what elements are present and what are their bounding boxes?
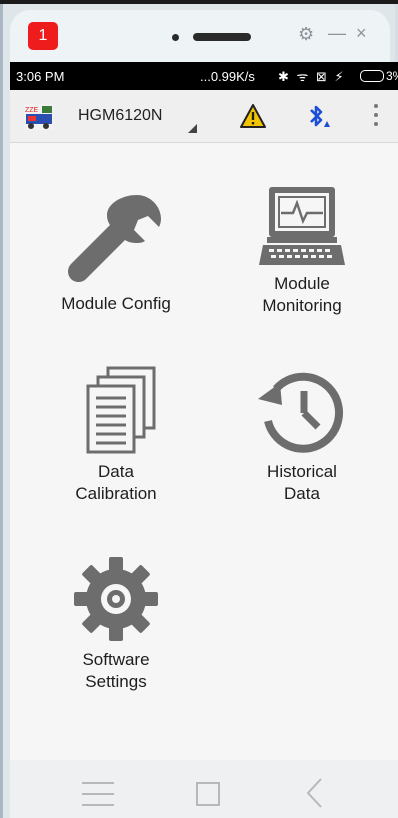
status-time: 3:06 PM (16, 69, 65, 84)
battery-icon (360, 70, 384, 82)
network-speed: ...0.99K/s (200, 69, 255, 84)
software-settings-tile[interactable]: Software Settings (51, 553, 181, 693)
wrench-icon (68, 195, 161, 282)
top-edge (0, 0, 398, 4)
dropdown-triangle-icon[interactable] (188, 124, 197, 133)
module-monitoring-tile[interactable]: Module Monitoring (232, 185, 372, 317)
history-icon (258, 372, 344, 453)
data-calibration-tile[interactable]: Data Calibration (51, 365, 181, 505)
software-settings-label: Software Settings (82, 650, 150, 691)
app-logo-text: ZZE (25, 107, 39, 114)
historical-data-tile[interactable]: Historical Data (232, 365, 372, 505)
app-logo-icon: ZZE (24, 104, 54, 130)
notification-badge[interactable]: 1 (28, 22, 58, 50)
data-calibration-label: Data Calibration (75, 462, 157, 503)
battery-percent: 3% (386, 69, 398, 83)
camera-dot (172, 34, 179, 41)
module-config-tile[interactable]: Module Config (41, 189, 191, 315)
main-menu-grid: Module Config Module Monitoring Data Cal… (10, 143, 398, 760)
monitor-icon (259, 187, 345, 265)
module-config-label: Module Config (61, 294, 171, 313)
module-monitoring-label: Module Monitoring (262, 274, 342, 315)
back-chevron-icon[interactable] (303, 776, 327, 810)
documents-icon (86, 366, 156, 454)
close-button[interactable]: × (356, 21, 367, 45)
emulator-settings-icon[interactable]: ⚙ (298, 22, 314, 46)
minimize-button[interactable]: — (328, 21, 346, 45)
app-bar: ZZE HGM6120N (10, 90, 398, 143)
speaker-pill (193, 33, 251, 41)
device-selector[interactable]: HGM6120N (78, 107, 162, 125)
system-nav-bar (10, 760, 398, 818)
more-vert-icon[interactable] (374, 104, 380, 130)
historical-data-label: Historical Data (267, 462, 337, 503)
bluetooth-icon[interactable] (306, 103, 332, 129)
status-bar: 3:06 PM ...0.99K/s ✱ ᯤ ⊠ ⚡ 3% (10, 62, 398, 90)
warning-icon[interactable] (240, 104, 266, 128)
status-icons: ✱ ᯤ ⊠ ⚡ (278, 69, 346, 84)
menu-icon[interactable] (82, 782, 114, 806)
gear-icon (74, 557, 158, 641)
home-square-icon[interactable] (196, 782, 220, 806)
